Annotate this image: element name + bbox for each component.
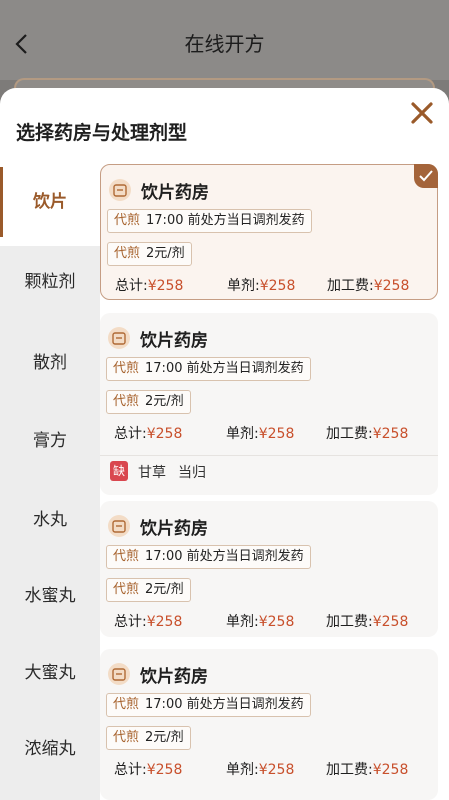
sidebar-item-label: 水丸 xyxy=(33,510,67,530)
tag-text: 2元/剂 xyxy=(146,246,185,261)
single-label: 单剂: xyxy=(226,426,259,442)
pharmacy-icon xyxy=(108,663,130,685)
single-price: ¥258 xyxy=(258,762,295,778)
pharmacy-card[interactable]: 饮片药房 代煎 17:00 前处方当日调剂发药 代煎 2元/剂 总计:¥258 单剂… xyxy=(100,501,438,637)
processing-tag: 代煎 17:00 前处方当日调剂发药 xyxy=(106,357,311,381)
fee-tag: 代煎 2元/剂 xyxy=(106,578,191,602)
page-title: 在线开方 xyxy=(184,32,265,56)
fee-tag: 代煎 2元/剂 xyxy=(107,242,192,266)
close-icon xyxy=(411,102,433,124)
single-label: 单剂: xyxy=(227,278,260,294)
tag-text: 2元/剂 xyxy=(145,582,184,597)
sidebar-item-keliji[interactable]: 颗粒剂 xyxy=(0,262,100,302)
sidebar-item-sanji[interactable]: 散剂 xyxy=(0,343,100,383)
sidebar-item-label: 大蜜丸 xyxy=(24,663,76,683)
pharmacy-name: 饮片药房 xyxy=(140,519,208,539)
processing-fee: ¥258 xyxy=(372,762,409,778)
processing-fee: ¥258 xyxy=(373,278,410,294)
fee-label: 加工费: xyxy=(327,278,374,294)
pharmacy-name: 饮片药房 xyxy=(140,667,208,687)
pharmacy-icon xyxy=(109,179,131,201)
missing-herb: 甘草 xyxy=(138,465,166,481)
sidebar-item-label: 膏方 xyxy=(33,431,67,451)
total-price: ¥258 xyxy=(147,278,184,294)
fee-tag: 代煎 2元/剂 xyxy=(106,726,191,750)
single-price: ¥258 xyxy=(258,426,295,442)
sidebar-item-label: 水蜜丸 xyxy=(24,586,76,606)
sidebar-item-shuimiwan[interactable]: 水蜜丸 xyxy=(0,576,100,616)
total-label: 总计: xyxy=(114,426,147,442)
pharmacy-icon xyxy=(108,515,130,537)
tag-highlight: 代煎 xyxy=(114,213,141,228)
tag-text: 17:00 前处方当日调剂发药 xyxy=(145,361,304,376)
check-icon xyxy=(419,170,433,182)
missing-herbs-row: 缺 甘草 当归 xyxy=(100,455,438,485)
single-label: 单剂: xyxy=(226,762,259,778)
tag-text: 17:00 前处方当日调剂发药 xyxy=(145,549,304,564)
tag-text: 17:00 前处方当日调剂发药 xyxy=(145,697,304,712)
tag-text: 17:00 前处方当日调剂发药 xyxy=(146,213,305,228)
fee-label: 加工费: xyxy=(326,614,373,630)
total-price: ¥258 xyxy=(146,614,183,630)
fee-tag: 代煎 2元/剂 xyxy=(106,390,191,414)
sidebar-item-label: 散剂 xyxy=(33,353,67,373)
processing-tag: 代煎 17:00 前处方当日调剂发药 xyxy=(106,693,311,717)
pharmacy-selection-sheet: 选择药房与处理剂型 饮片 颗粒剂 散剂 膏方 水丸 水蜜丸 大蜜丸 浓缩丸 饮片… xyxy=(0,88,449,800)
processing-fee: ¥258 xyxy=(372,614,409,630)
total-price: ¥258 xyxy=(146,426,183,442)
missing-badge: 缺 xyxy=(110,461,128,481)
pharmacy-list: 饮片药房 代煎 17:00 前处方当日调剂发药 代煎 2元/剂 总计:¥258 单剂… xyxy=(100,158,449,800)
sheet-title: 选择药房与处理剂型 xyxy=(16,122,188,144)
pharmacy-card[interactable]: 饮片药房 代煎 17:00 前处方当日调剂发药 代煎 2元/剂 总计:¥258 单剂… xyxy=(100,313,438,495)
pharmacy-name: 饮片药房 xyxy=(141,183,209,203)
processing-fee: ¥258 xyxy=(372,426,409,442)
tag-highlight: 代煎 xyxy=(113,361,140,376)
tag-highlight: 代煎 xyxy=(114,246,141,261)
top-bar: 在线开方 xyxy=(0,0,449,80)
selected-badge xyxy=(414,164,438,188)
processing-tag: 代煎 17:00 前处方当日调剂发药 xyxy=(106,545,311,569)
close-button[interactable] xyxy=(409,100,435,126)
sidebar-item-label: 颗粒剂 xyxy=(24,272,76,292)
fee-label: 加工费: xyxy=(326,762,373,778)
pharmacy-card[interactable]: 饮片药房 代煎 17:00 前处方当日调剂发药 代煎 2元/剂 总计:¥258 单剂… xyxy=(100,649,438,800)
sidebar-item-damiwan[interactable]: 大蜜丸 xyxy=(0,653,100,693)
total-label: 总计: xyxy=(114,762,147,778)
pharmacy-card[interactable]: 饮片药房 代煎 17:00 前处方当日调剂发药 代煎 2元/剂 总计:¥258 单剂… xyxy=(100,164,438,300)
tag-highlight: 代煎 xyxy=(113,582,140,597)
tag-highlight: 代煎 xyxy=(113,549,140,564)
dosage-form-sidebar: 饮片 颗粒剂 散剂 膏方 水丸 水蜜丸 大蜜丸 浓缩丸 xyxy=(0,158,100,800)
tag-text: 2元/剂 xyxy=(145,730,184,745)
tag-highlight: 代煎 xyxy=(113,697,140,712)
missing-herb: 当归 xyxy=(178,465,206,481)
sidebar-item-nongsuowan[interactable]: 浓缩丸 xyxy=(0,729,100,769)
single-label: 单剂: xyxy=(226,614,259,630)
sidebar-item-label: 浓缩丸 xyxy=(24,739,76,759)
active-indicator xyxy=(0,167,3,237)
total-price: ¥258 xyxy=(146,762,183,778)
single-price: ¥258 xyxy=(258,614,295,630)
tag-highlight: 代煎 xyxy=(113,730,140,745)
processing-tag: 代煎 17:00 前处方当日调剂发药 xyxy=(107,209,312,233)
sidebar-item-label: 饮片 xyxy=(33,192,67,212)
sidebar-item-yinpian[interactable]: 饮片 xyxy=(0,158,100,246)
sidebar-item-gaofang[interactable]: 膏方 xyxy=(0,421,100,461)
sidebar-item-shuiwan[interactable]: 水丸 xyxy=(0,500,100,540)
fee-label: 加工费: xyxy=(326,426,373,442)
single-price: ¥258 xyxy=(259,278,296,294)
pharmacy-name: 饮片药房 xyxy=(140,331,208,351)
tag-text: 2元/剂 xyxy=(145,394,184,409)
tag-highlight: 代煎 xyxy=(113,394,140,409)
total-label: 总计: xyxy=(114,614,147,630)
pharmacy-icon xyxy=(108,327,130,349)
total-label: 总计: xyxy=(115,278,148,294)
